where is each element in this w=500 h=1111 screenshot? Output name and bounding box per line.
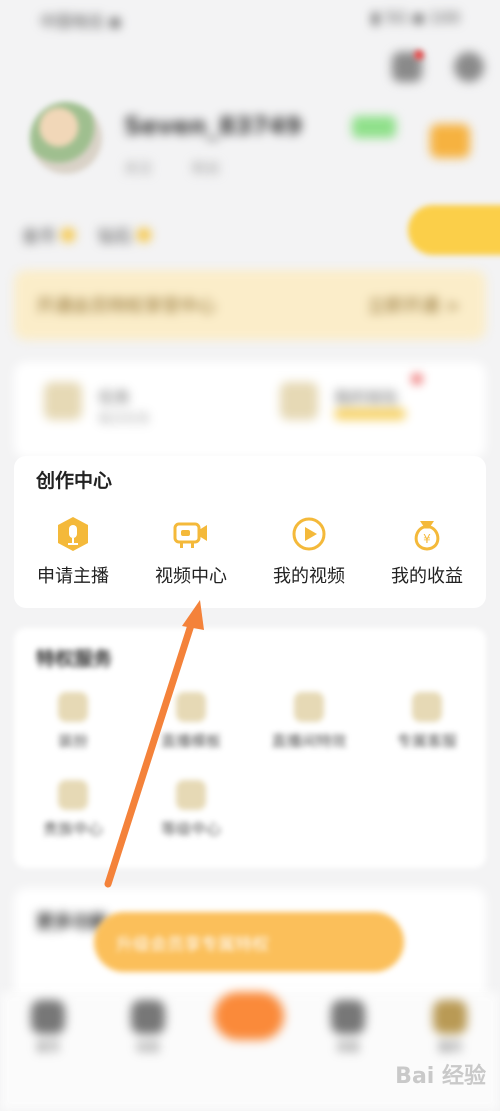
service-icon	[294, 692, 324, 722]
nav-messages[interactable]: 消息	[318, 1000, 378, 1055]
svg-text:¥: ¥	[423, 532, 431, 546]
status-bar: 中国电信 ◾ ▮ 5G ◾ 100	[0, 0, 500, 36]
system-status: ▮ 5G ◾ 100	[371, 8, 460, 27]
following-count[interactable]: 关注	[124, 158, 152, 178]
apply-anchor-label: 申请主播	[37, 566, 109, 587]
creation-center-title: 创作中心	[36, 470, 113, 492]
service-item[interactable]: 专属客服	[368, 692, 486, 751]
service-icon	[412, 692, 442, 722]
nav-create-button[interactable]	[214, 992, 284, 1040]
nav-profile[interactable]: 我的	[420, 1000, 480, 1055]
promo-toast-text: 升级会员享专属特权	[116, 935, 269, 955]
notification-dot	[414, 50, 424, 60]
video-center-item[interactable]: 视频中心	[132, 514, 250, 588]
messages-icon	[331, 1000, 365, 1034]
creation-center: 创作中心 申请主播 视频中心 我的视频 ¥ 我的收益	[14, 456, 486, 608]
service-label: 等级中心	[160, 820, 221, 838]
service-item[interactable]: 贵族中心	[14, 780, 132, 839]
wallet-icon	[280, 382, 318, 420]
service-icon	[58, 692, 88, 722]
settings-icon[interactable]	[454, 52, 484, 82]
task-title[interactable]: 任务	[98, 384, 130, 408]
level-badge	[352, 116, 396, 138]
service-icon	[58, 780, 88, 810]
sign-in-button[interactable]	[408, 205, 500, 255]
vip-banner[interactable]: 开通会员特权享受中心 立即开通 >	[14, 270, 486, 340]
vip-banner-text: 开通会员特权享受中心	[36, 296, 216, 317]
diamond-icon	[137, 228, 152, 242]
home-icon	[31, 1000, 65, 1034]
task-icon	[44, 382, 82, 420]
carrier-text: 中国电信 ◾	[40, 12, 121, 31]
service-item[interactable]: 直播模板	[132, 692, 250, 751]
coin-label: 金币	[22, 227, 56, 247]
service-label: 贵族中心	[42, 820, 103, 838]
service-item[interactable]: 直播间特效	[250, 692, 368, 751]
username[interactable]: Seven_83749	[124, 112, 302, 140]
service-label: 直播模板	[160, 732, 221, 750]
wallet-dot	[412, 374, 422, 384]
feed-icon	[131, 1000, 165, 1034]
quick-cards: 任务 每日任务 我的钱包	[14, 362, 486, 458]
my-videos-item[interactable]: 我的视频	[250, 514, 368, 588]
wallet-title[interactable]: 我的钱包	[334, 384, 398, 408]
video-camera-icon	[173, 522, 207, 548]
wallet-bar	[334, 408, 406, 420]
nav-feed[interactable]: 动态	[118, 1000, 178, 1055]
anchor-badge-icon	[58, 517, 88, 551]
task-sub: 每日任务	[98, 412, 151, 427]
my-videos-label: 我的视频	[273, 566, 345, 587]
service-item[interactable]: 等级中心	[132, 780, 250, 839]
money-bag-icon: ¥	[414, 521, 440, 551]
profile-edit-icon[interactable]	[430, 124, 470, 158]
vip-banner-action[interactable]: 立即开通 >	[367, 292, 460, 318]
play-circle-icon	[292, 517, 326, 551]
nav-profile-label: 我的	[437, 1040, 462, 1054]
service-icon	[176, 692, 206, 722]
my-earnings-item[interactable]: ¥ 我的收益	[368, 514, 486, 588]
coin-icon	[61, 228, 76, 242]
service-label: 装扮	[57, 732, 88, 750]
watermark: Bai 经验	[395, 1064, 486, 1089]
diamond-stat[interactable]: 钻石	[98, 222, 152, 247]
privilege-services: 特权服务 装扮 直播模板 直播间特效 专属客服 贵族中心 等级中心	[14, 628, 486, 868]
nav-feed-label: 动态	[135, 1040, 160, 1054]
service-item[interactable]: 装扮	[14, 692, 132, 751]
fans-count[interactable]: 粉丝	[192, 158, 220, 178]
avatar[interactable]	[30, 102, 102, 174]
nav-messages-label: 消息	[335, 1040, 360, 1054]
privilege-services-title: 特权服务	[36, 648, 113, 670]
nav-home-label: 首页	[35, 1040, 60, 1054]
coin-stat[interactable]: 金币	[22, 222, 76, 247]
nav-home[interactable]: 首页	[18, 1000, 78, 1055]
profile-icon	[433, 1000, 467, 1034]
apply-anchor-item[interactable]: 申请主播	[14, 514, 132, 588]
bottom-nav: 首页 动态 消息 我的	[0, 992, 500, 1111]
promo-toast[interactable]: 升级会员享专属特权	[94, 912, 404, 972]
diamond-label: 钻石	[98, 227, 132, 247]
my-earnings-label: 我的收益	[391, 566, 463, 587]
service-label: 专属客服	[396, 732, 457, 750]
service-icon	[176, 780, 206, 810]
service-label: 直播间特效	[271, 732, 347, 750]
video-center-label: 视频中心	[155, 566, 227, 587]
